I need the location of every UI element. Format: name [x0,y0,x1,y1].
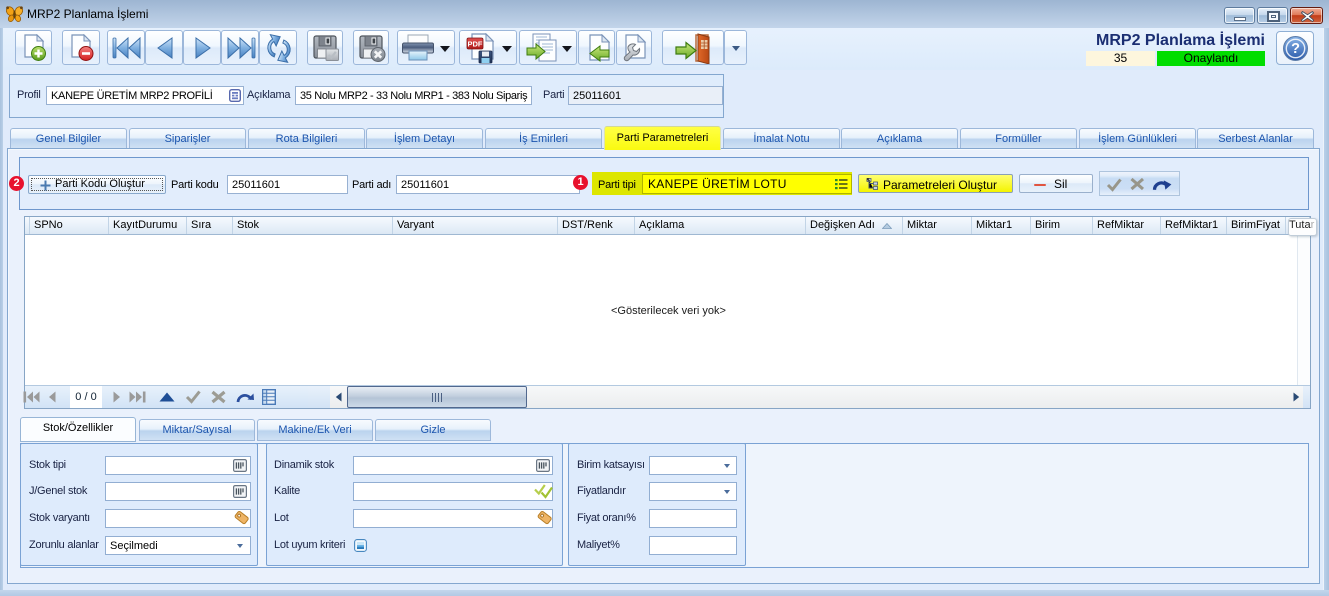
svg-text:PDF: PDF [468,40,483,49]
svg-text:?: ? [1291,41,1300,57]
